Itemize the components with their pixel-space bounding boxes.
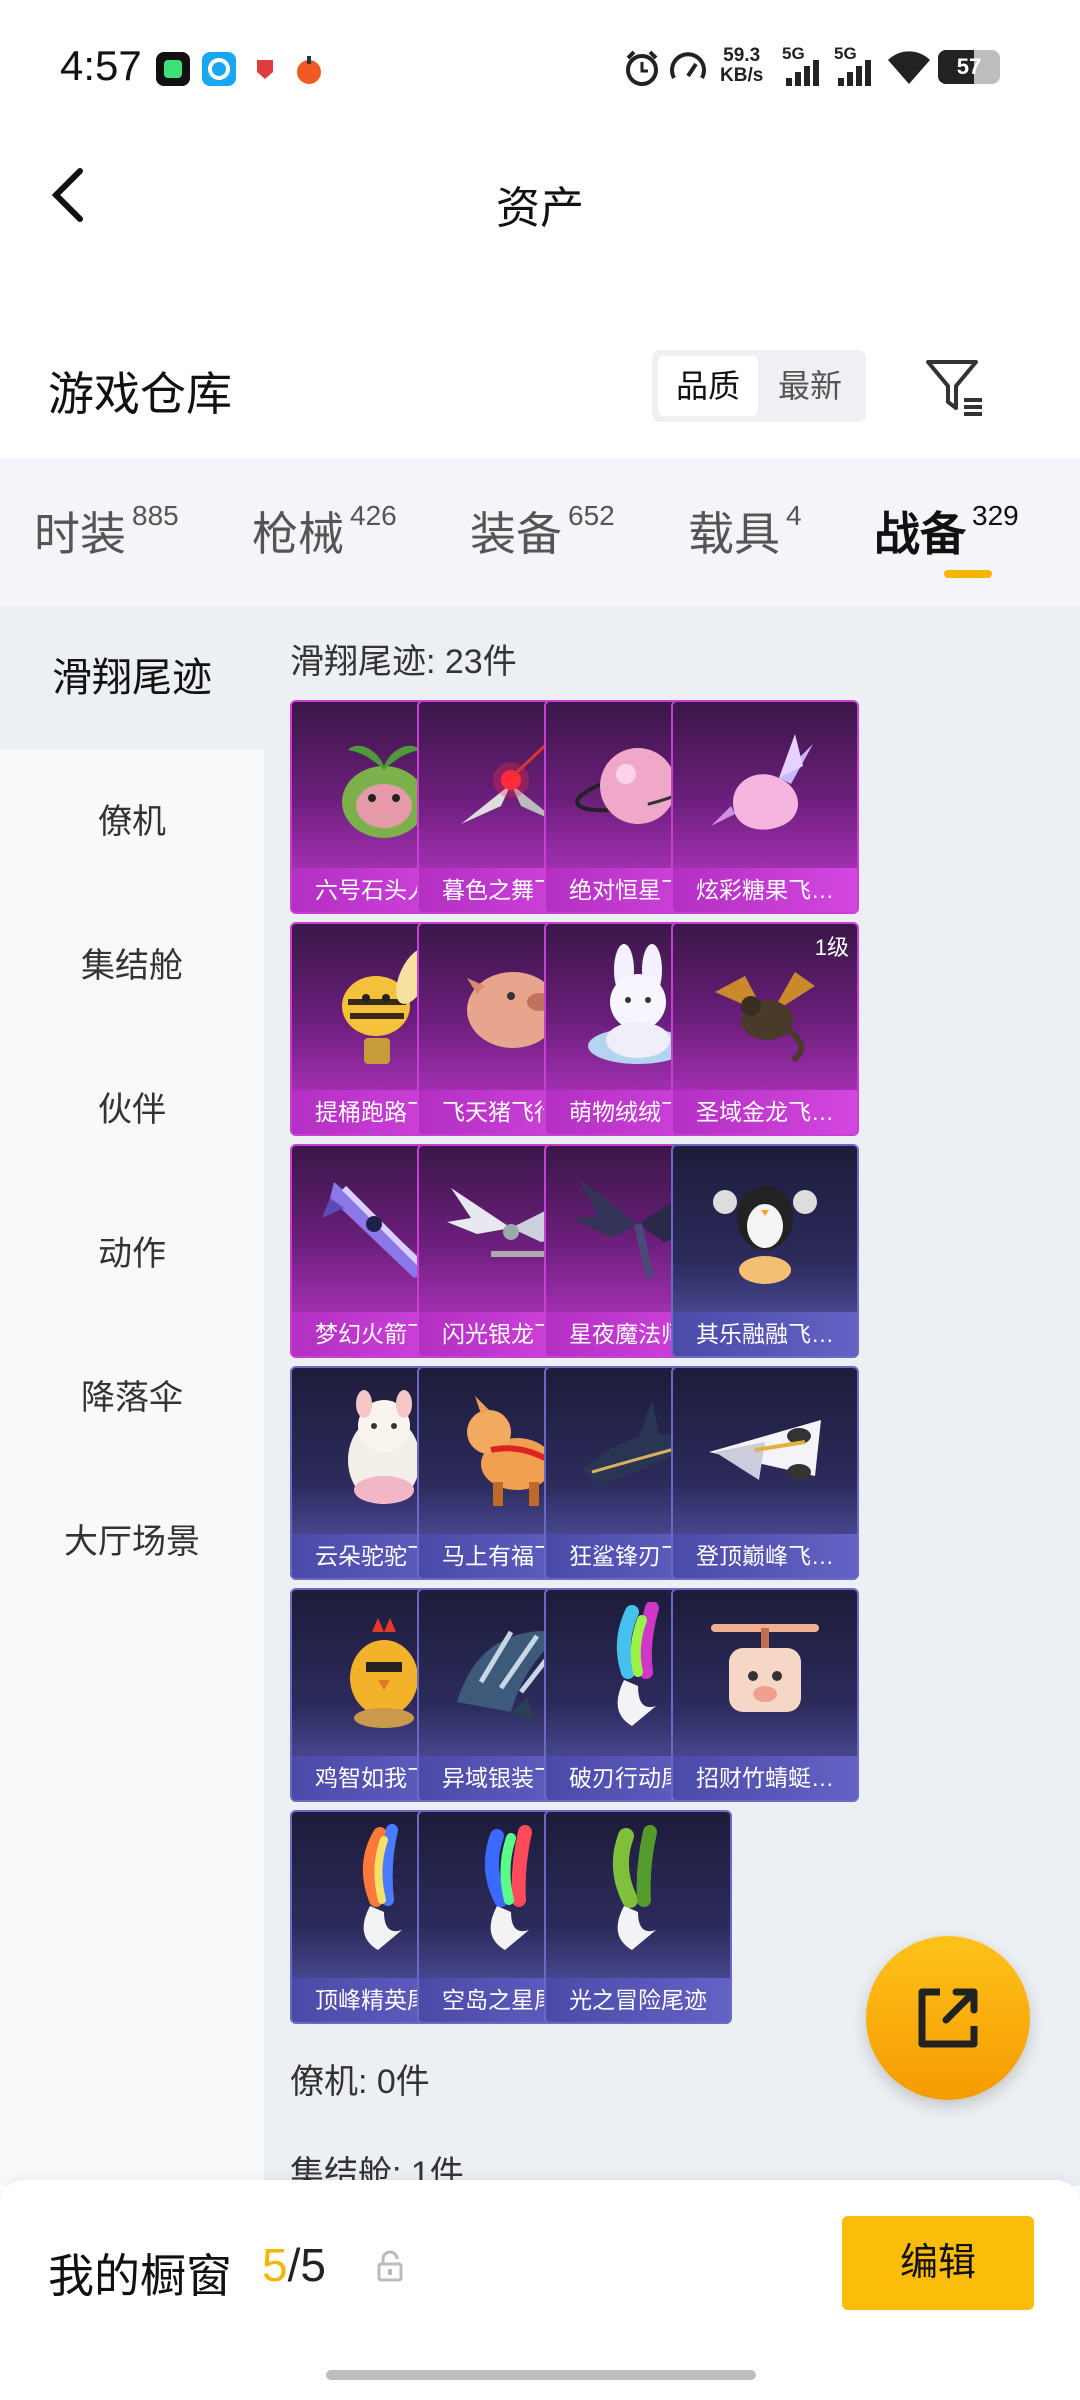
sort-latest-button[interactable]: 最新 bbox=[760, 356, 860, 416]
speedometer-icon bbox=[670, 52, 706, 79]
lock-icon bbox=[377, 2250, 403, 2282]
item-card[interactable]: 登顶巅峰飞… bbox=[671, 1366, 859, 1580]
sidebar-item-lobby-scene[interactable]: 大厅场景 bbox=[0, 1470, 264, 1614]
status-time: 4:57 bbox=[60, 42, 142, 89]
filter-icon[interactable] bbox=[924, 356, 986, 418]
item-name: 登顶巅峰飞… bbox=[673, 1534, 857, 1578]
share-icon bbox=[918, 1988, 978, 2048]
section-label-glide-trail: 滑翔尾迹: 23件 bbox=[290, 643, 517, 681]
tab-equipment[interactable]: 装备 652 bbox=[470, 498, 615, 564]
tab-guns[interactable]: 枪械 426 bbox=[252, 498, 397, 564]
item-card[interactable]: 炫彩糖果飞… bbox=[671, 700, 859, 914]
item-name: 光之冒险尾迹 bbox=[546, 1978, 730, 2022]
section-label-wingman: 僚机: 0件 bbox=[290, 2063, 430, 2101]
sidebar: 滑翔尾迹 僚机 集结舱 伙伴 动作 降落伞 大厅场景 bbox=[0, 606, 264, 2186]
home-indicator[interactable] bbox=[326, 2370, 756, 2380]
page-title: 资产 bbox=[496, 184, 584, 233]
warehouse-title: 游戏仓库 bbox=[48, 368, 232, 420]
item-name: 招财竹蜻蜓… bbox=[673, 1756, 857, 1800]
app-icon-red bbox=[248, 52, 282, 86]
net-speed: 59.3 KB/s bbox=[720, 45, 764, 86]
active-tab-indicator bbox=[944, 570, 992, 578]
signal-icon bbox=[838, 60, 871, 86]
item-level-badge: 1级 bbox=[814, 935, 849, 960]
item-name: 其乐融融飞… bbox=[673, 1312, 857, 1356]
penguin-image bbox=[713, 1186, 817, 1284]
status-bar: 4:57 59.3 KB/s 5G 5G 57 bbox=[0, 0, 1080, 140]
candy-image bbox=[711, 734, 813, 830]
edit-button[interactable]: 编辑 bbox=[842, 2216, 1034, 2310]
sidebar-item-wingman[interactable]: 僚机 bbox=[0, 750, 264, 894]
item-name: 炫彩糖果飞… bbox=[673, 868, 857, 912]
showcase-title: 我的橱窗 bbox=[48, 2250, 232, 2302]
app-icon-orange bbox=[292, 52, 326, 86]
sidebar-item-partner[interactable]: 伙伴 bbox=[0, 1038, 264, 1182]
sort-toggle: 品质 最新 bbox=[652, 350, 866, 422]
item-card[interactable]: 招财竹蜻蜓… bbox=[671, 1588, 859, 1802]
category-tabs: 时装 885 枪械 426 装备 652 载具 4 战备 329 bbox=[0, 458, 1080, 606]
trail-green-image bbox=[612, 1825, 657, 1950]
showcase-count: 5/5 bbox=[262, 2239, 326, 2291]
sidebar-item-parachute[interactable]: 降落伞 bbox=[0, 1326, 264, 1470]
battery-icon: 57 bbox=[938, 50, 1000, 84]
item-card[interactable]: 其乐融融飞… bbox=[671, 1144, 859, 1358]
sort-quality-button[interactable]: 品质 bbox=[658, 356, 758, 416]
signal-icon bbox=[786, 60, 819, 86]
item-card[interactable]: 1级圣域金龙飞… bbox=[671, 922, 859, 1136]
app-icon-blue bbox=[202, 52, 236, 86]
alarm-icon bbox=[626, 50, 658, 86]
sidebar-item-pod[interactable]: 集结舱 bbox=[0, 894, 264, 1038]
sidebar-item-emote[interactable]: 动作 bbox=[0, 1182, 264, 1326]
tab-vehicles[interactable]: 载具 4 bbox=[688, 498, 802, 564]
tab-combat-gear[interactable]: 战备 329 bbox=[874, 498, 1019, 564]
tab-fashion[interactable]: 时装 885 bbox=[34, 498, 179, 564]
wifi-icon bbox=[888, 51, 930, 84]
item-card[interactable]: 光之冒险尾迹 bbox=[544, 1810, 732, 2024]
item-name: 圣域金龙飞… bbox=[673, 1090, 857, 1134]
app-icon-green bbox=[156, 52, 190, 86]
share-button[interactable] bbox=[866, 1936, 1030, 2100]
heli-pig-image bbox=[711, 1624, 819, 1712]
sidebar-item-glide-trail[interactable]: 滑翔尾迹 bbox=[0, 606, 264, 750]
jet-image bbox=[709, 1420, 821, 1480]
